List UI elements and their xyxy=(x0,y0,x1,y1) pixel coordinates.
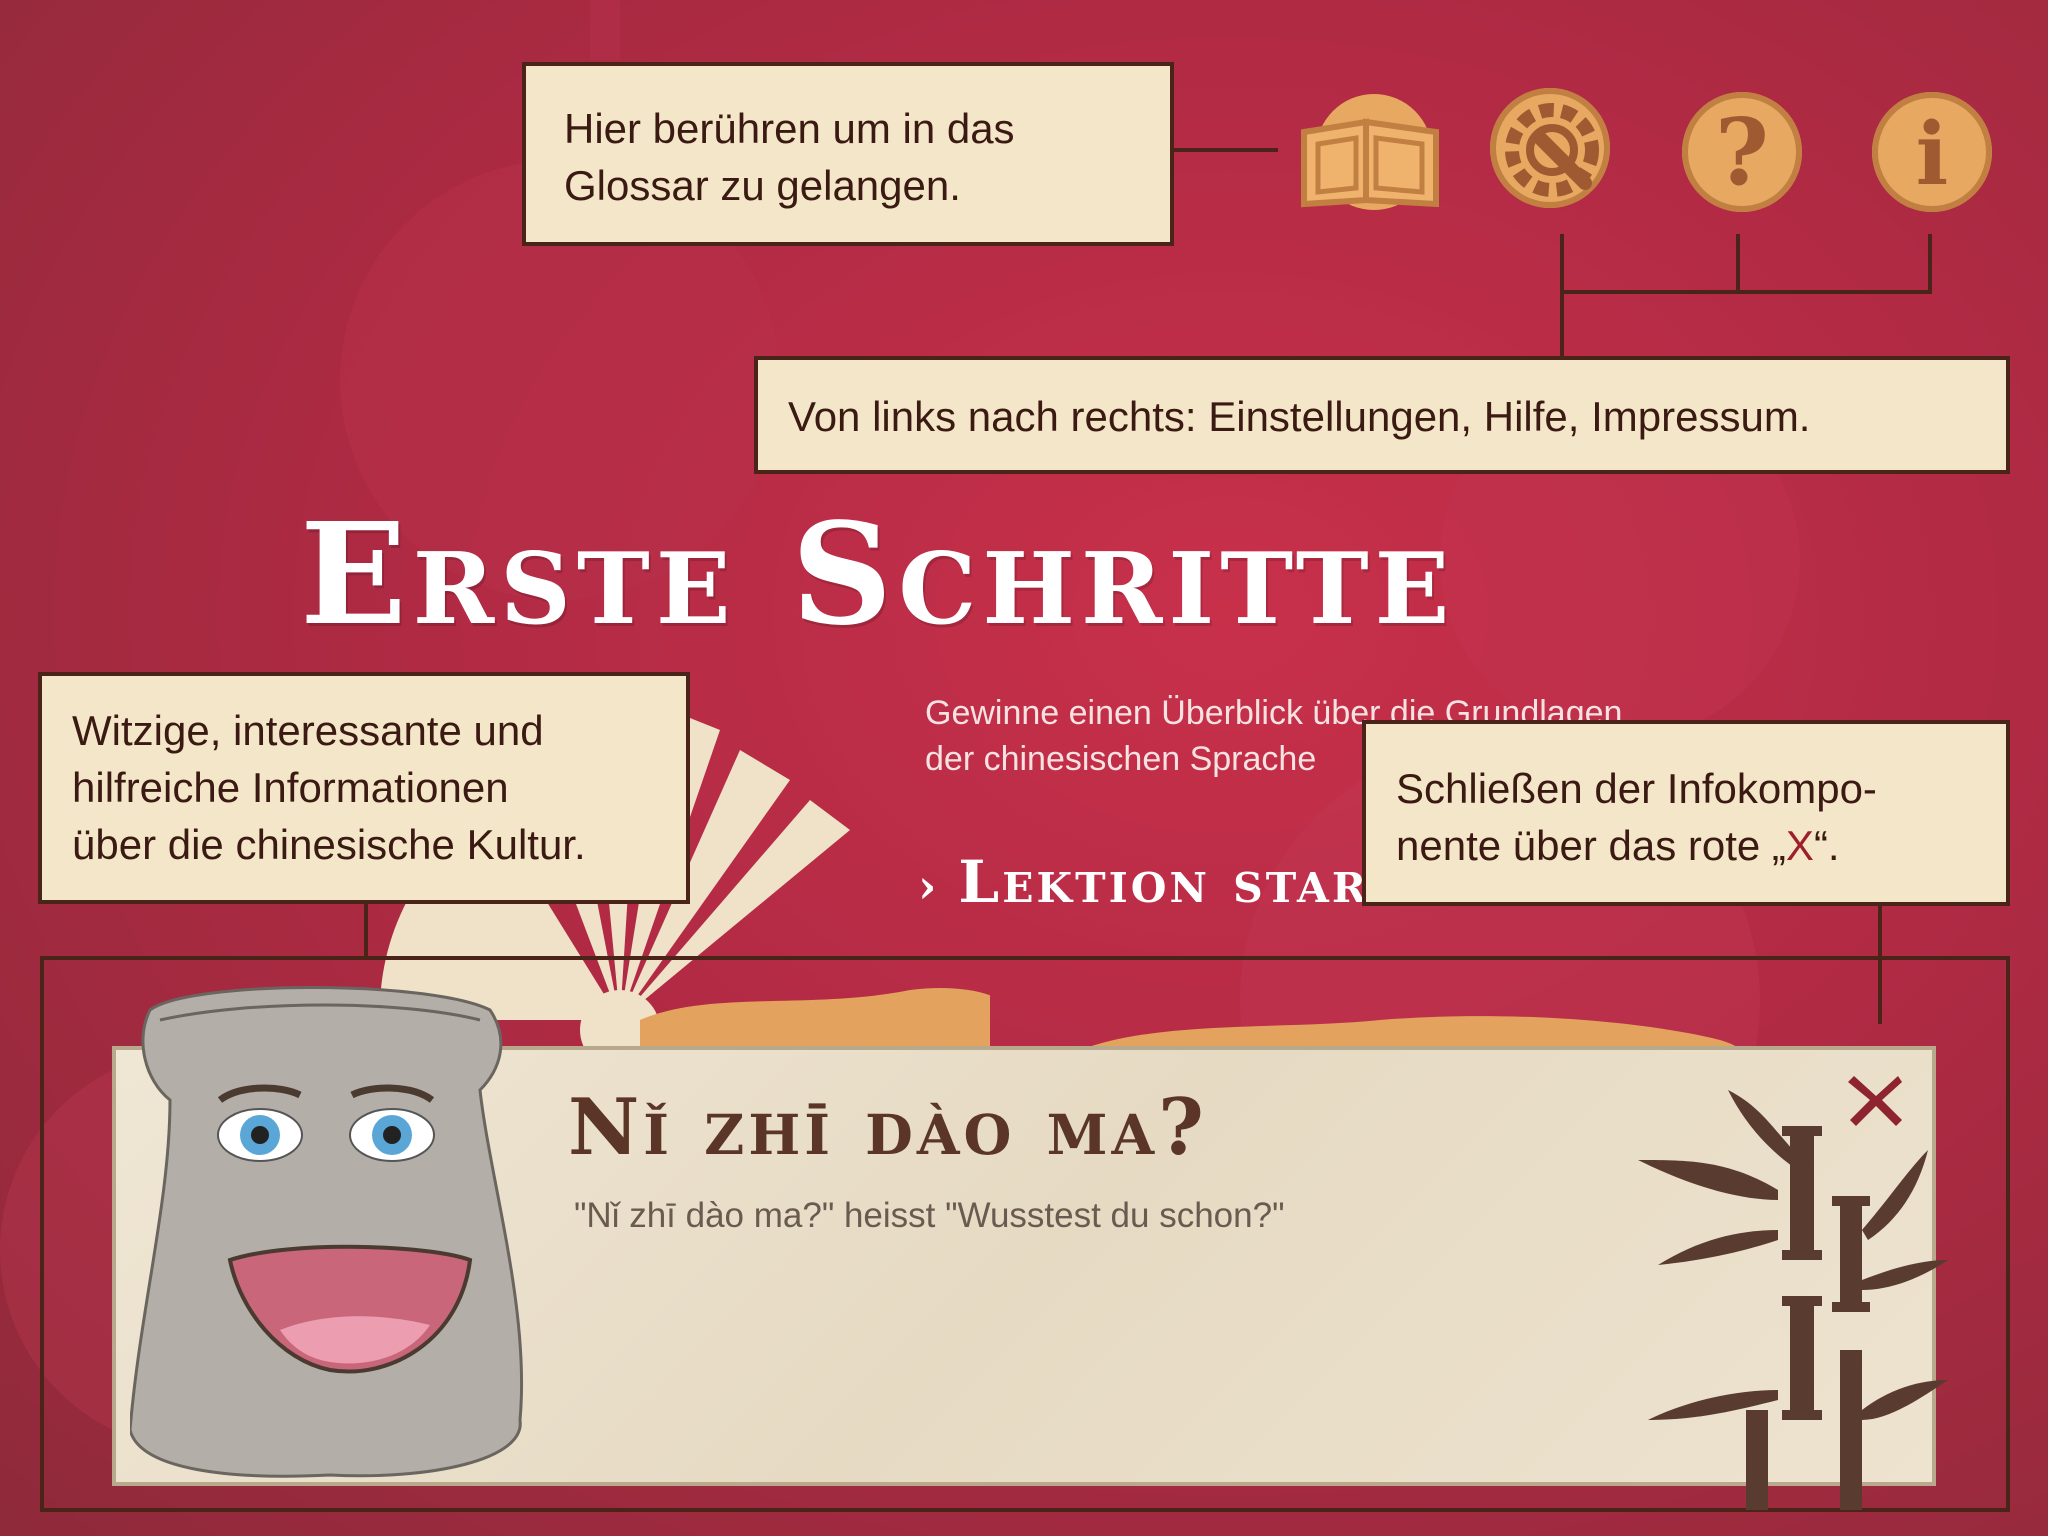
connector-line xyxy=(1560,234,1564,356)
gear-wrench-icon xyxy=(1505,103,1599,197)
connector-line xyxy=(1174,148,1278,152)
callout-text-part: nente über das rote „ xyxy=(1396,822,1786,869)
info-heading: Nǐ zhī dào ma? xyxy=(568,1082,1208,1173)
help-button[interactable]: ? xyxy=(1682,92,1802,212)
chevron-right-icon: › xyxy=(918,859,959,913)
settings-button[interactable] xyxy=(1490,88,1610,208)
callout-text: Glossar zu gelangen. xyxy=(564,162,961,209)
close-button[interactable] xyxy=(1846,1070,1906,1130)
callout-culture: Witzige, interessante und hilfreiche Inf… xyxy=(38,672,690,904)
book-icon xyxy=(1301,94,1439,210)
connector-line xyxy=(1928,234,1932,292)
callout-close: Schließen der Infokompo- nente über das … xyxy=(1362,720,2010,906)
connector-line xyxy=(364,904,368,956)
page-title: Erste Schritte xyxy=(300,493,1456,657)
connector-line xyxy=(1560,290,1932,294)
glossary-button[interactable] xyxy=(1296,92,1439,212)
imprint-button[interactable]: i xyxy=(1872,92,1992,212)
callout-glossary: Hier berühren um in das Glossar zu gelan… xyxy=(522,62,1174,246)
connector-line xyxy=(1736,234,1740,292)
close-icon xyxy=(1848,1076,1902,1126)
question-mark-icon: ? xyxy=(1715,98,1769,206)
callout-text-part: “. xyxy=(1813,822,1840,869)
info-icon: i xyxy=(1916,104,1949,205)
svg-text:i: i xyxy=(1916,104,1949,205)
red-x-text: X xyxy=(1785,822,1814,869)
callout-text: Witzige, interessante und xyxy=(72,707,544,754)
callout-text: Hier berühren um in das xyxy=(564,105,1015,152)
callout-text: Von links nach rechts: Einstellungen, Hi… xyxy=(788,393,1811,440)
callout-text: Schließen der Infokompo- xyxy=(1396,765,1877,812)
callout-text: hilfreiche Informationen xyxy=(72,764,509,811)
svg-text:?: ? xyxy=(1715,98,1769,206)
callout-text: über die chinesische Kultur. xyxy=(72,821,586,868)
callout-text: nente über das rote „X“. xyxy=(1396,817,1976,874)
callout-toolbar: Von links nach rechts: Einstellungen, Hi… xyxy=(754,356,2010,474)
info-text: "Nǐ zhī dào ma?" heisst "Wusstest du sch… xyxy=(574,1196,1285,1235)
